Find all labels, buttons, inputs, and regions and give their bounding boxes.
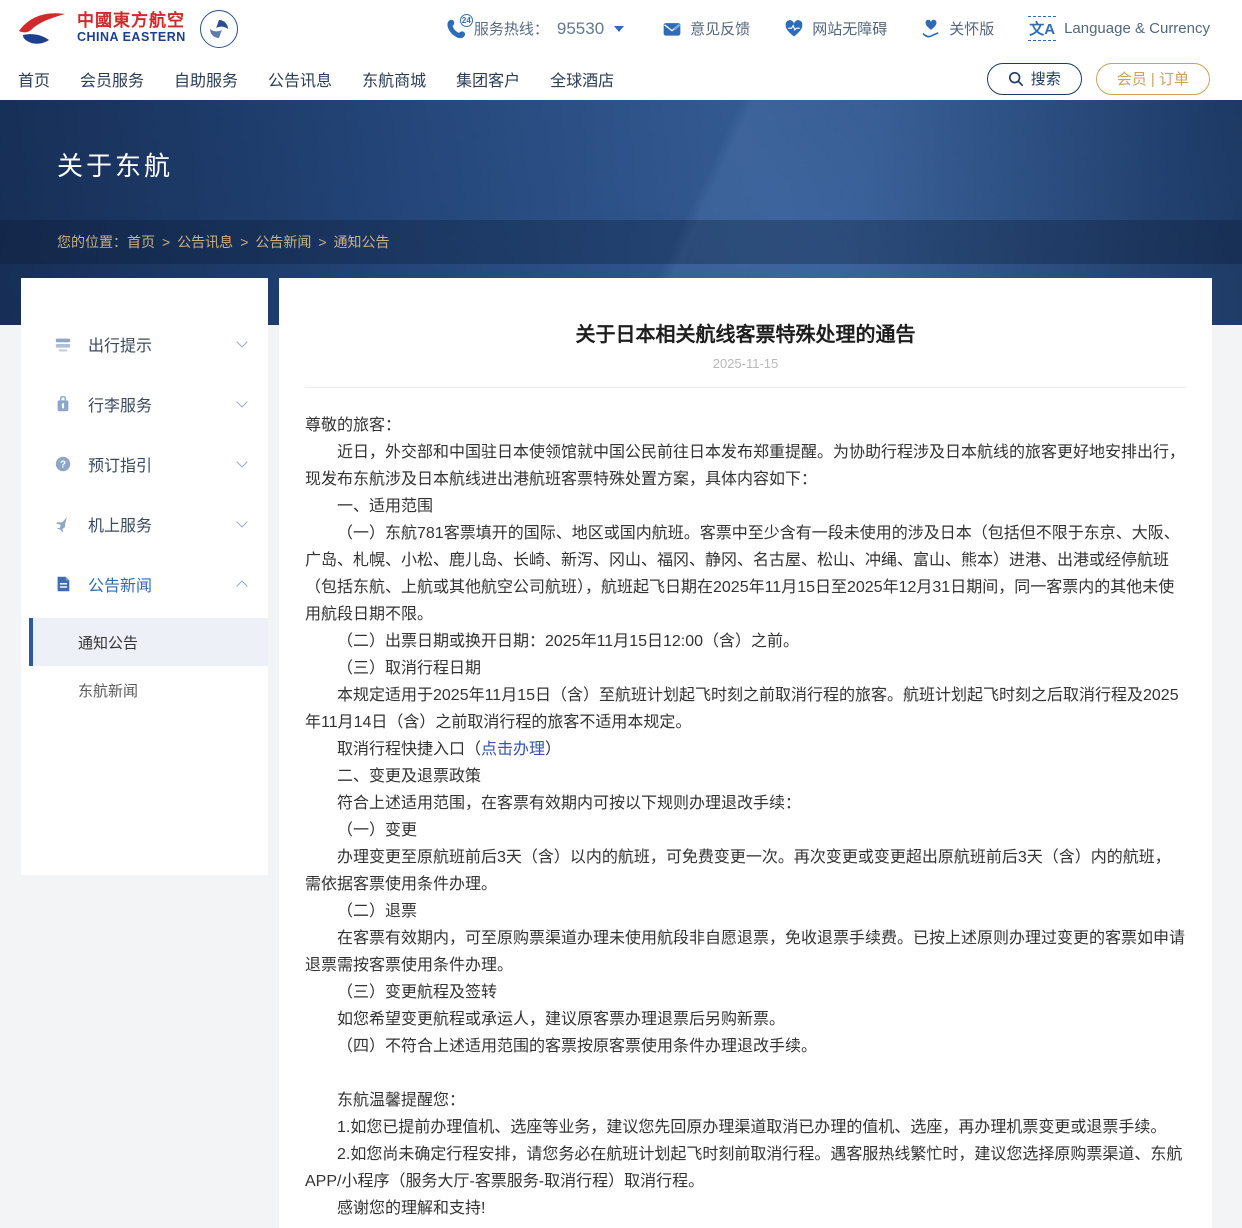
breadcrumb-announcements[interactable]: 公告讯息 <box>177 232 233 252</box>
sidebar: 出行提示 行李服务 ? 预订指引 机上服务 <box>21 278 268 875</box>
breadcrumb-news[interactable]: 公告新闻 <box>255 232 311 252</box>
section-heading: 二、变更及退票政策 <box>305 763 1186 790</box>
page-title: 关于东航 <box>57 146 173 183</box>
search-icon <box>1008 71 1024 87</box>
nav-item-group-customers[interactable]: 集团客户 <box>456 67 520 91</box>
breadcrumb-separator: > <box>318 234 326 250</box>
sidebar-item-news[interactable]: 公告新闻 <box>21 554 268 614</box>
nav-item-announcements[interactable]: 公告讯息 <box>268 67 332 91</box>
nav-item-member-services[interactable]: 会员服务 <box>80 67 144 91</box>
travel-tips-icon <box>53 334 73 354</box>
airplane-icon <box>53 514 73 534</box>
nav-item-mall[interactable]: 东航商城 <box>362 67 426 91</box>
paragraph: 本规定适用于2025年11月15日（含）至航班计划起飞时刻之前取消行程的旅客。航… <box>305 682 1186 736</box>
chevron-down-icon <box>236 396 247 407</box>
paragraph: （三）变更航程及签转 <box>305 979 1186 1006</box>
baggage-icon <box>53 394 73 414</box>
sidebar-submenu: 通知公告 东航新闻 <box>21 618 268 714</box>
breadcrumb-label: 您的位置： <box>57 232 127 252</box>
language-currency-link[interactable]: 文A Language & Currency <box>1028 16 1210 41</box>
brand-name-cn: 中國東方航空 <box>77 12 186 31</box>
sidebar-item-booking-guide[interactable]: ? 预订指引 <box>21 434 268 494</box>
hotline-number: 95530 <box>557 19 604 39</box>
salutation: 尊敬的旅客： <box>305 412 1186 439</box>
sidebar-subitem-notices[interactable]: 通知公告 <box>29 618 268 666</box>
breadcrumb-separator: > <box>162 234 170 250</box>
main-nav: 首页 会员服务 自助服务 公告讯息 东航商城 集团客户 全球酒店 搜索 会员 |… <box>0 57 1242 100</box>
chevron-down-icon <box>236 516 247 527</box>
article-title: 关于日本相关航线客票特殊处理的通告 <box>305 318 1186 347</box>
nav-item-self-services[interactable]: 自助服务 <box>174 67 238 91</box>
paragraph: 近日，外交部和中国驻日本使领馆就中国公民前往日本发布郑重提醒。为协助行程涉及日本… <box>305 439 1186 493</box>
paragraph: 1.如您已提前办理值机、选座等业务，建议您先回原办理渠道取消已办理的值机、选座，… <box>305 1114 1186 1141</box>
chevron-down-icon <box>236 336 247 347</box>
phone-24-icon: 24 <box>444 18 466 40</box>
caret-down-icon <box>614 26 624 32</box>
breadcrumb: 您的位置： 首页 > 公告讯息 > 公告新闻 > 通知公告 <box>0 220 1242 264</box>
paragraph: 感谢您的理解和支持! <box>305 1195 1186 1222</box>
chevron-up-icon <box>236 580 247 591</box>
sidebar-item-baggage-services[interactable]: 行李服务 <box>21 374 268 434</box>
accessibility-heart-icon <box>784 19 804 39</box>
paragraph: （二）出票日期或换开日期：2025年11月15日12:00（含）之前。 <box>305 628 1186 655</box>
nav-item-home[interactable]: 首页 <box>18 67 50 91</box>
sidebar-item-inflight-services[interactable]: 机上服务 <box>21 494 268 554</box>
breadcrumb-notices[interactable]: 通知公告 <box>334 232 390 252</box>
nav-item-global-hotels[interactable]: 全球酒店 <box>550 67 614 91</box>
article-date: 2025-11-15 <box>305 356 1186 371</box>
cancel-trip-link[interactable]: 点击办理 <box>481 741 545 758</box>
question-circle-icon: ? <box>53 454 73 474</box>
brand-logo[interactable]: 中國東方航空 CHINA EASTERN <box>15 9 238 49</box>
reminder-heading: 东航温馨提醒您： <box>305 1087 1186 1114</box>
svg-text:?: ? <box>60 460 66 471</box>
paragraph: （一）变更 <box>305 817 1186 844</box>
paragraph: 办理变更至原航班前后3天（含）以内的航班，可免费变更一次。再次变更或变更超出原航… <box>305 844 1186 898</box>
paragraph: 如您希望变更航程或承运人，建议原客票办理退票后另购新票。 <box>305 1006 1186 1033</box>
search-button[interactable]: 搜索 <box>987 63 1082 95</box>
skyteam-logo-icon <box>200 10 238 48</box>
feedback-link[interactable]: 意见反馈 <box>662 18 750 39</box>
chevron-down-icon <box>236 456 247 467</box>
airline-bird-icon <box>15 9 69 49</box>
hand-heart-icon <box>921 19 941 39</box>
paragraph: 符合上述适用范围，在客票有效期内可按以下规则办理退改手续： <box>305 790 1186 817</box>
paragraph: 在客票有效期内，可至原购票渠道办理未使用航段非自愿退票，免收退票手续费。已按上述… <box>305 925 1186 979</box>
service-hotline[interactable]: 24 服务热线： 95530 <box>444 18 624 40</box>
accessibility-link[interactable]: 网站无障碍 <box>784 18 887 39</box>
language-icon: 文A <box>1028 16 1056 41</box>
paragraph: （一）东航781客票填开的国际、地区或国内航班。客票中至少含有一段未使用的涉及日… <box>305 520 1186 628</box>
breadcrumb-separator: > <box>240 234 248 250</box>
sidebar-subitem-ce-news[interactable]: 东航新闻 <box>21 666 268 714</box>
topbar: 中國東方航空 CHINA EASTERN 24 服务热线： 95530 <box>0 0 1242 57</box>
section-heading: 一、适用范围 <box>305 493 1186 520</box>
breadcrumb-home[interactable]: 首页 <box>127 232 155 252</box>
search-label: 搜索 <box>1031 68 1061 89</box>
paragraph: （四）不符合上述适用范围的客票按原客票使用条件办理退改手续。 <box>305 1033 1186 1060</box>
cancel-entry-paragraph: 取消行程快捷入口（点击办理） <box>305 736 1186 763</box>
sidebar-item-travel-tips[interactable]: 出行提示 <box>21 314 268 374</box>
care-version-link[interactable]: 关怀版 <box>921 18 994 39</box>
article-panel: 关于日本相关航线客票特殊处理的通告 2025-11-15 尊敬的旅客： 近日，外… <box>279 278 1212 1228</box>
hotline-label: 服务热线： <box>474 18 549 39</box>
paragraph: （二）退票 <box>305 898 1186 925</box>
feedback-envelope-icon <box>662 19 682 39</box>
paragraph: （三）取消行程日期 <box>305 655 1186 682</box>
brand-name-en: CHINA EASTERN <box>77 31 186 45</box>
article-body: 尊敬的旅客： 近日，外交部和中国驻日本使领馆就中国公民前往日本发布郑重提醒。为协… <box>305 412 1186 1222</box>
news-document-icon <box>53 574 73 594</box>
title-divider <box>305 387 1186 388</box>
paragraph: 2.如您尚未确定行程安排，请您务必在航班计划起飞时刻前取消行程。遇客服热线繁忙时… <box>305 1141 1186 1195</box>
member-orders-button[interactable]: 会员 | 订单 <box>1096 63 1210 95</box>
